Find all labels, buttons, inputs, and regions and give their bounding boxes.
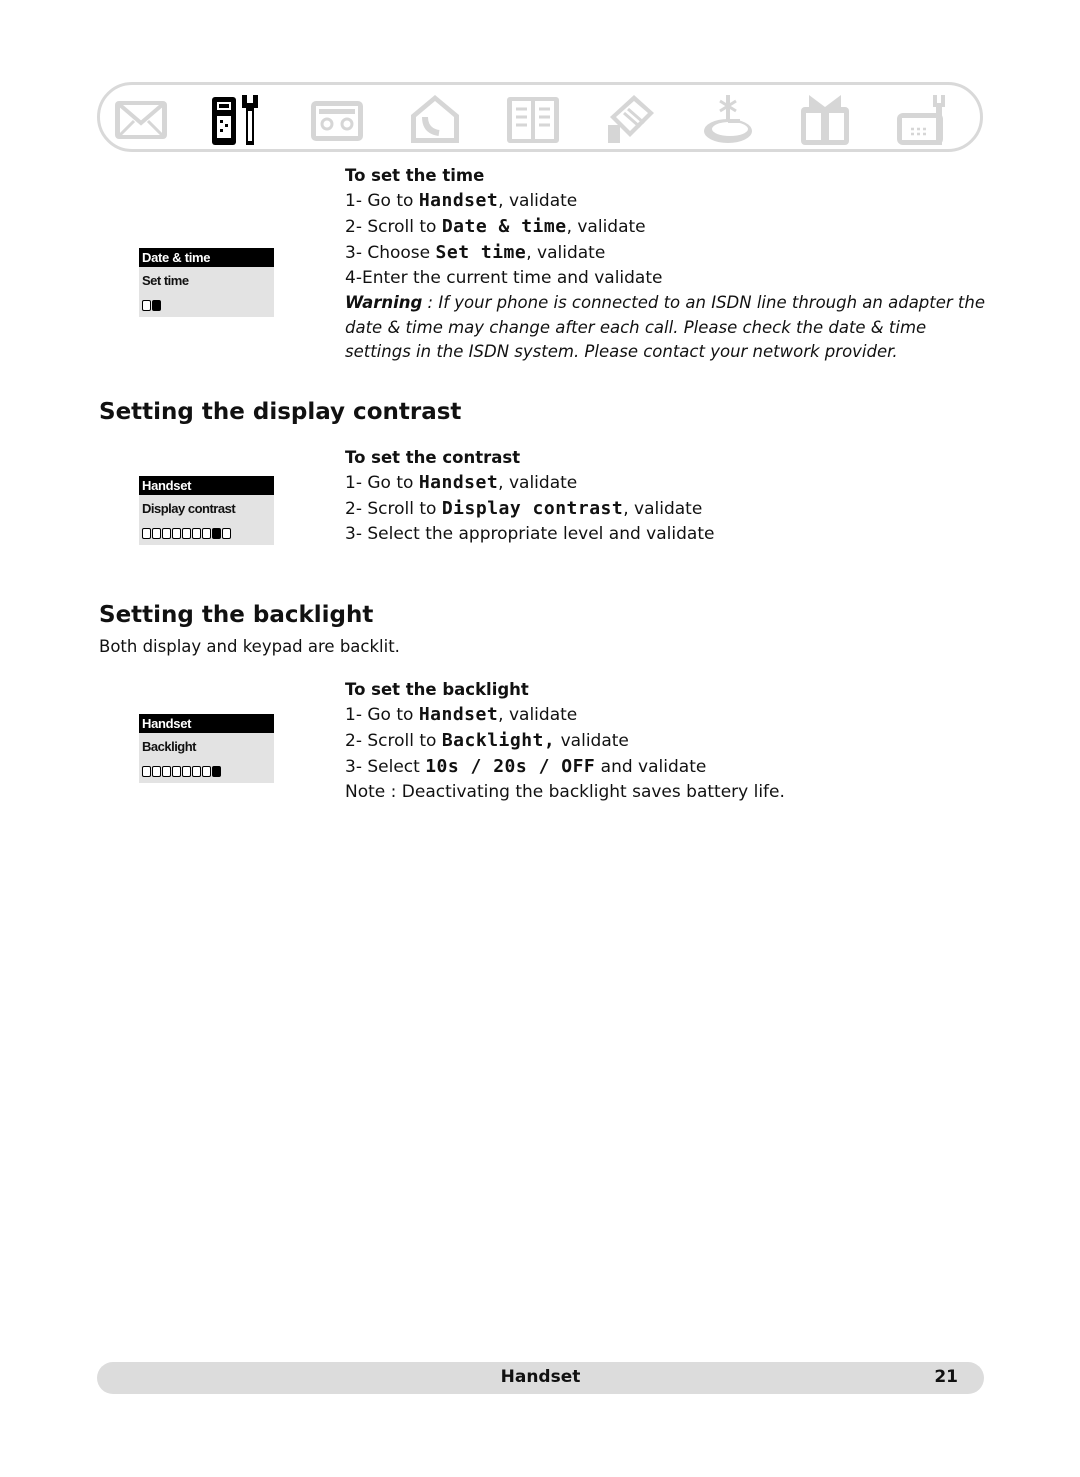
- home-phone-icon: [405, 91, 465, 147]
- lcd-menu-term: Date & time: [441, 216, 567, 237]
- footer-section-title: Handset: [500, 1367, 581, 1387]
- time-steps: To set the time 1- Go to Handset, valida…: [345, 164, 985, 365]
- page-number: 21: [934, 1367, 958, 1387]
- step-line: 2- Scroll to Backlight, validate: [345, 728, 785, 754]
- step-line: 2- Scroll to Display contrast, validate: [345, 496, 714, 522]
- lcd-title: Date & time: [139, 248, 274, 267]
- page-footer: Handset 21: [97, 1362, 984, 1394]
- level-cell: [182, 765, 191, 777]
- step-text: 2- Scroll to: [345, 731, 442, 751]
- subheading-set-backlight: To set the backlight: [345, 680, 529, 699]
- step-text: Note : Deactivating the backlight saves …: [345, 782, 785, 802]
- lcd-menu-term: 10s / 20s / OFF: [425, 756, 596, 777]
- contrast-steps: To set the contrast 1- Go to Handset, va…: [345, 446, 714, 547]
- level-cell: [192, 527, 201, 539]
- warning-note: Warning : If your phone is connected to …: [345, 291, 985, 365]
- lcd-screen-backlight: Handset Backlight: [139, 714, 274, 783]
- step-text: 3- Select: [345, 757, 426, 777]
- lcd-menu-term: Handset: [418, 472, 499, 493]
- step-line: 4-Enter the current time and validate: [345, 266, 985, 291]
- answering-machine-icon: [307, 91, 367, 147]
- gift-icon: [795, 91, 855, 147]
- step-text: 4-Enter the current time and validate: [345, 268, 663, 288]
- network-services-icon: [698, 91, 758, 147]
- lcd-menu-term: Display contrast: [441, 498, 624, 519]
- level-cell: [172, 765, 181, 777]
- step-text: , validate: [526, 243, 606, 263]
- step-text: , validate: [498, 191, 578, 211]
- lcd-menu-term: Handset: [418, 190, 499, 211]
- lcd-title: Handset: [139, 476, 274, 495]
- contrast-level-indicator: [139, 521, 274, 545]
- subheading-set-contrast: To set the contrast: [345, 448, 521, 467]
- step-text: , validate: [566, 217, 646, 237]
- call-log-icon: [600, 91, 660, 147]
- step-text: 3- Select the appropriate level and vali…: [345, 524, 715, 544]
- step-line: 1- Go to Handset, validate: [345, 702, 785, 728]
- level-cell: [172, 527, 181, 539]
- step-text: 2- Scroll to: [345, 217, 442, 237]
- step-text: 3- Choose: [345, 243, 436, 263]
- lcd-menu-item: Backlight: [142, 739, 197, 754]
- step-line: 3- Choose Set time, validate: [345, 240, 985, 266]
- level-cell: [192, 765, 201, 777]
- level-cell: [182, 527, 191, 539]
- heading-backlight: Setting the backlight: [99, 602, 374, 628]
- level-cell: [222, 527, 231, 539]
- lcd-screen-display-contrast: Handset Display contrast: [139, 476, 274, 545]
- warning-text: : If your phone is connected to an ISDN …: [345, 293, 986, 361]
- base-settings-icon: [893, 91, 953, 147]
- step-line: 3- Select 10s / 20s / OFF and validate: [345, 754, 785, 780]
- level-cell: [202, 527, 211, 539]
- level-cell-selected: [212, 765, 221, 777]
- lcd-menu-term: Handset: [418, 704, 499, 725]
- step-text: 1- Go to: [345, 705, 419, 725]
- level-cell: [142, 527, 151, 539]
- level-cell: [142, 765, 151, 777]
- lcd-menu-term: Set time: [435, 242, 527, 263]
- backlight-intro: Both display and keypad are backlit.: [99, 637, 400, 656]
- step-line: 1- Go to Handset, validate: [345, 470, 714, 496]
- step-text: 1- Go to: [345, 473, 419, 493]
- level-cell: [202, 765, 211, 777]
- lcd-menu-item: Set time: [142, 273, 189, 288]
- step-text: and validate: [595, 757, 707, 777]
- level-cell: [162, 765, 171, 777]
- handset-wrench-icon: [208, 91, 268, 147]
- backlight-level-indicator: [139, 759, 274, 783]
- step-text: 1- Go to: [345, 191, 419, 211]
- heading-display-contrast: Setting the display contrast: [99, 399, 462, 425]
- lcd-screen-date-time: Date & time Set time: [139, 248, 274, 317]
- level-cell: [142, 299, 151, 311]
- step-text: validate: [555, 731, 629, 751]
- level-cell: [152, 527, 161, 539]
- backlight-steps: To set the backlight 1- Go to Handset, v…: [345, 678, 785, 805]
- level-cell: [162, 527, 171, 539]
- lcd-time-entry: [139, 293, 274, 317]
- subheading-set-time: To set the time: [345, 166, 485, 185]
- lcd-title: Handset: [139, 714, 274, 733]
- warning-label: Warning: [345, 293, 423, 312]
- level-cell-selected: [152, 299, 161, 311]
- phonebook-icon: [503, 91, 563, 147]
- step-text: 2- Scroll to: [345, 499, 442, 519]
- menu-icon-bar: [97, 82, 983, 152]
- step-text: , validate: [623, 499, 703, 519]
- step-line: 3- Select the appropriate level and vali…: [345, 522, 714, 547]
- lcd-menu-term: Backlight,: [441, 730, 556, 751]
- step-text: , validate: [498, 705, 578, 725]
- level-cell-selected: [212, 527, 221, 539]
- envelope-icon: [112, 91, 172, 147]
- step-text: , validate: [498, 473, 578, 493]
- lcd-menu-item: Display contrast: [142, 501, 236, 516]
- step-line: 1- Go to Handset, validate: [345, 188, 985, 214]
- level-cell: [152, 765, 161, 777]
- step-line: 2- Scroll to Date & time, validate: [345, 214, 985, 240]
- step-line: Note : Deactivating the backlight saves …: [345, 780, 785, 805]
